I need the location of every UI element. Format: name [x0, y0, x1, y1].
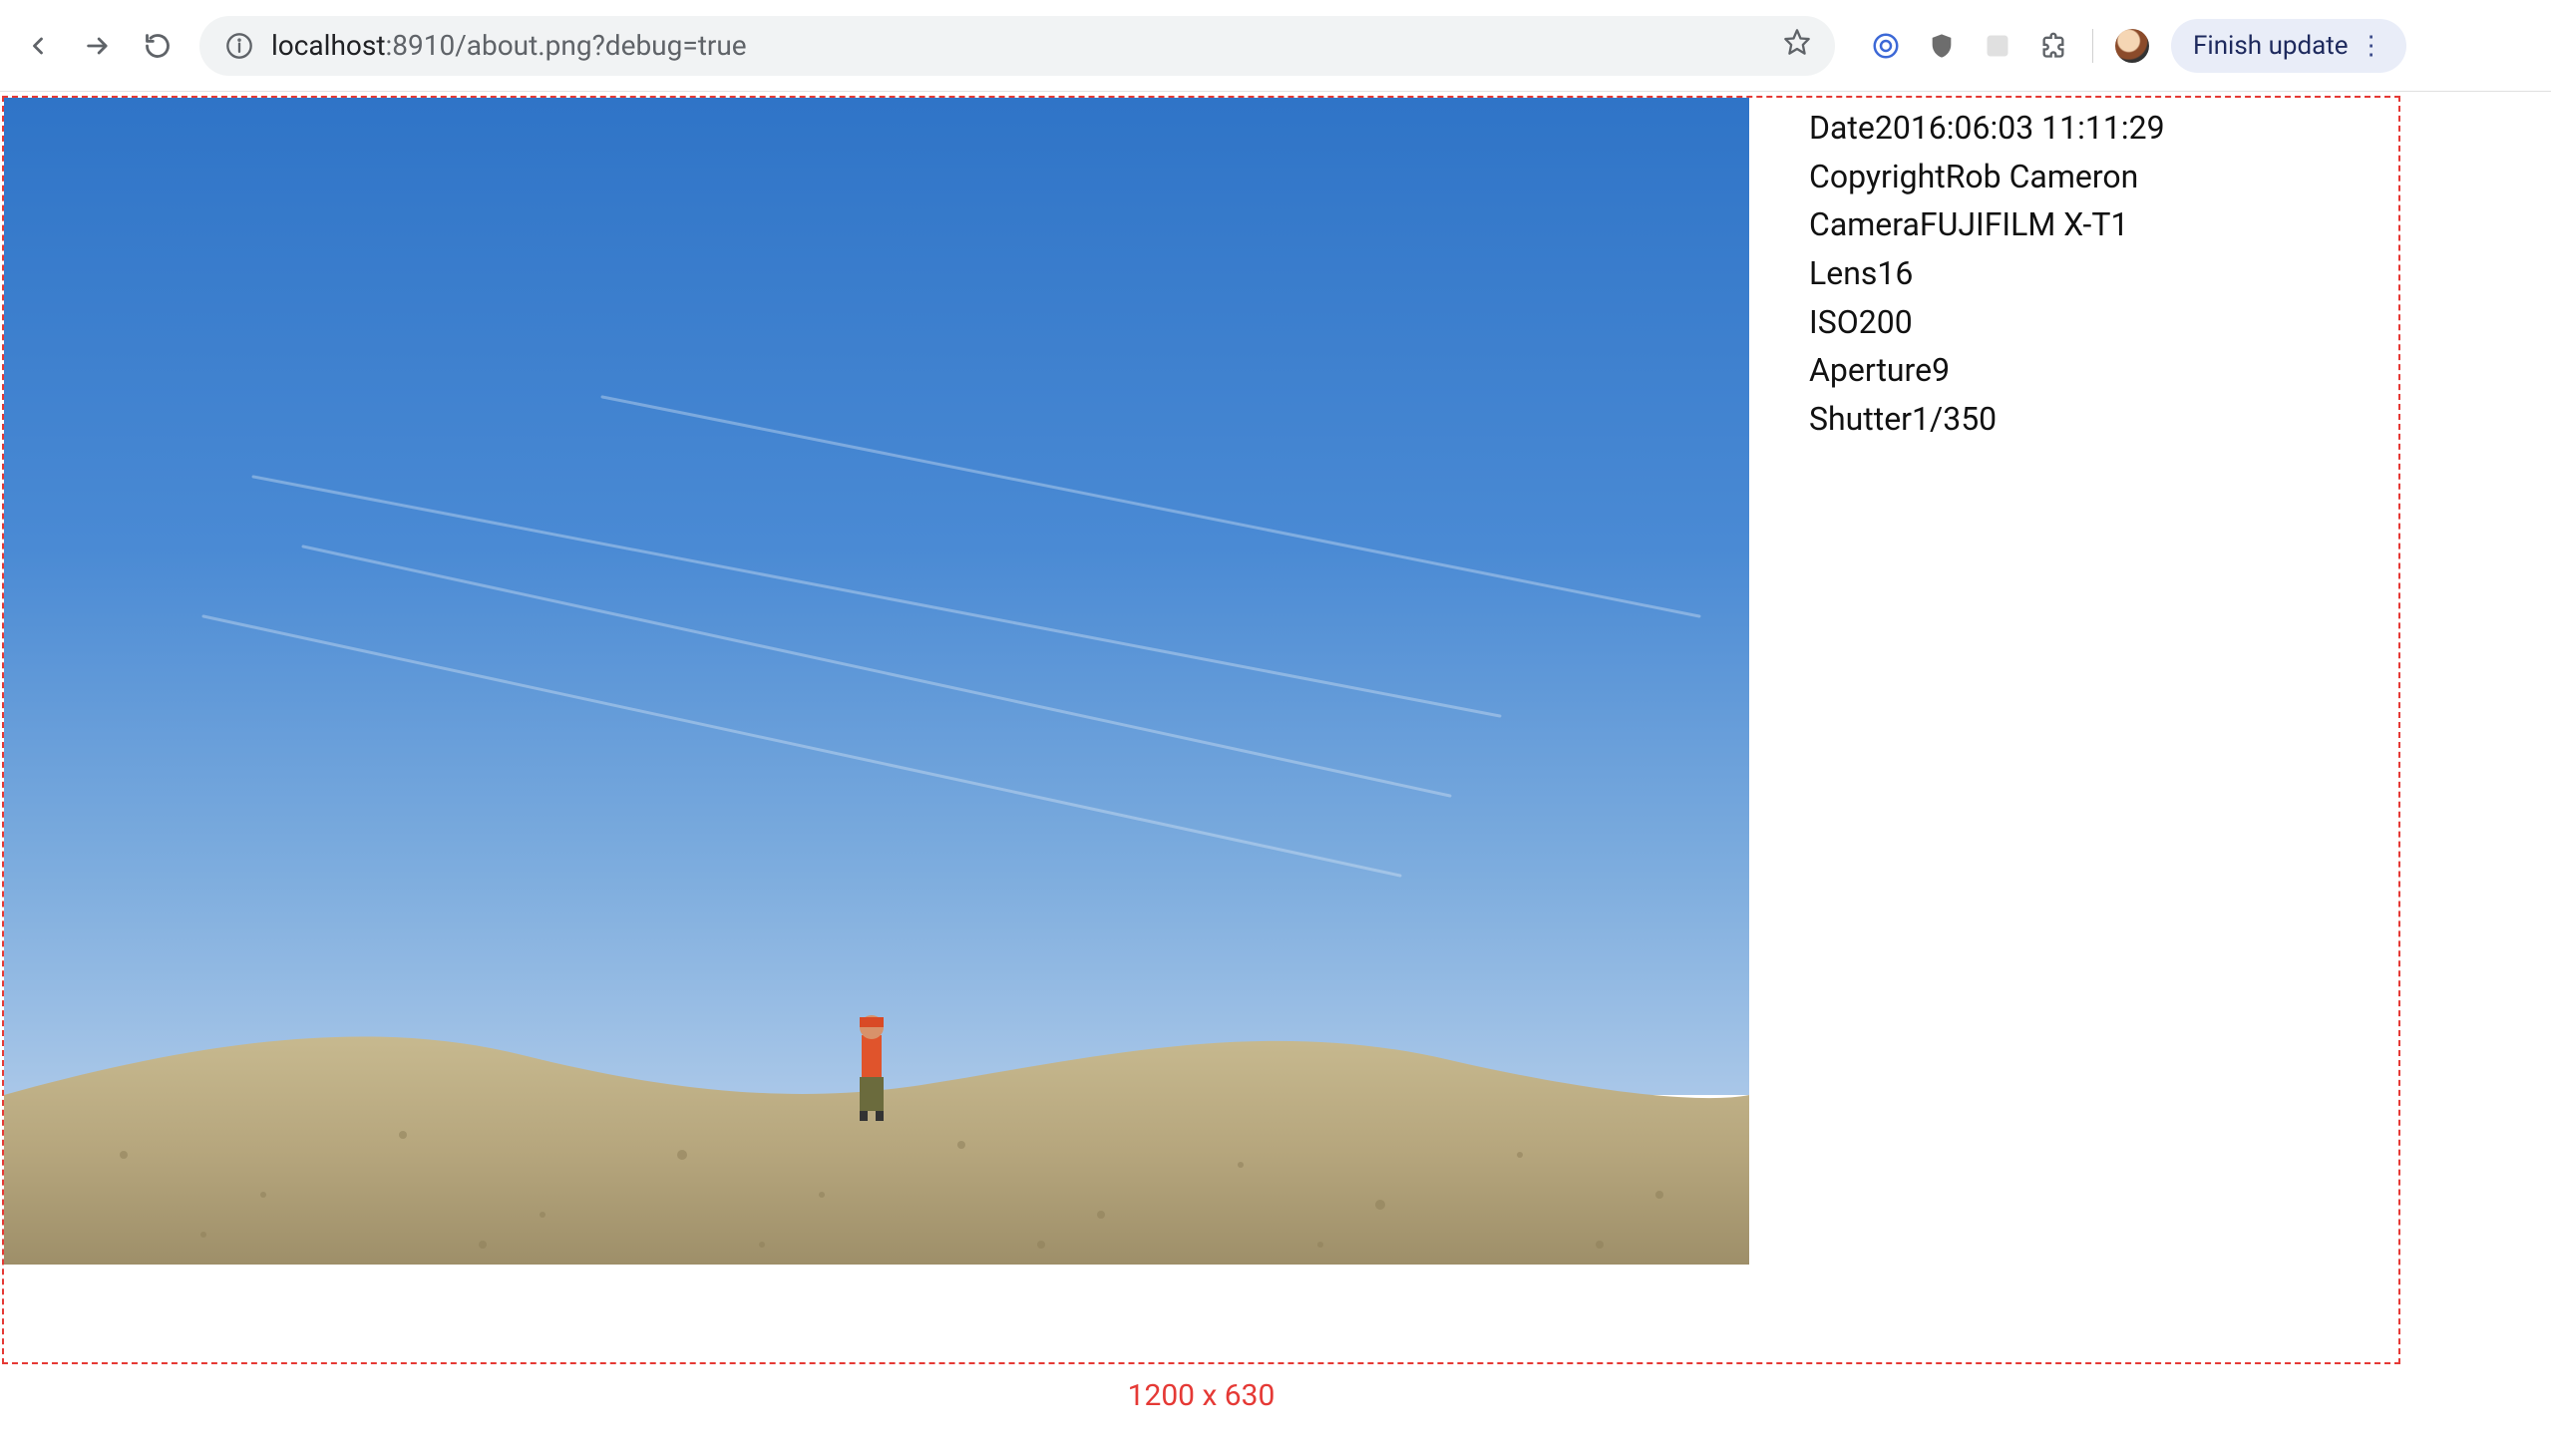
- site-info-icon[interactable]: [223, 30, 255, 62]
- meta-date: Date2016:06:03 11:11:29: [1809, 104, 2165, 153]
- browser-toolbar: localhost:8910/about.png?debug=true Fini…: [0, 0, 2551, 92]
- dimensions-label: 1200 x 630: [2, 1378, 2400, 1413]
- debug-outline: Date2016:06:03 11:11:29 CopyrightRob Cam…: [2, 96, 2400, 1364]
- menu-kebab-icon[interactable]: ⋮: [2359, 33, 2384, 59]
- url-path: :8910/about.png?debug=true: [385, 29, 746, 62]
- meta-aperture: Aperture9: [1809, 346, 2165, 395]
- back-icon: [24, 32, 52, 60]
- nav-buttons: [20, 28, 176, 64]
- finish-update-button[interactable]: Finish update ⋮: [2171, 19, 2406, 73]
- onepassword-icon[interactable]: [1869, 29, 1903, 63]
- star-icon: [1783, 28, 1811, 56]
- shield-icon[interactable]: [1925, 29, 1959, 63]
- address-bar[interactable]: localhost:8910/about.png?debug=true: [199, 16, 1835, 76]
- ext-placeholder-icon[interactable]: [1981, 29, 2014, 63]
- bookmark-button[interactable]: [1783, 28, 1811, 64]
- meta-iso: ISO200: [1809, 298, 2165, 347]
- reload-button[interactable]: [140, 28, 176, 64]
- url-host: localhost: [271, 29, 385, 62]
- meta-copyright: CopyrightRob Cameron: [1809, 153, 2165, 201]
- url-text: localhost:8910/about.png?debug=true: [271, 29, 747, 62]
- forward-button[interactable]: [80, 28, 116, 64]
- finish-update-label: Finish update: [2193, 31, 2349, 61]
- extensions-puzzle-icon[interactable]: [2036, 29, 2070, 63]
- page-content: Date2016:06:03 11:11:29 CopyrightRob Cam…: [0, 92, 2551, 1417]
- reload-icon: [144, 32, 172, 60]
- back-button[interactable]: [20, 28, 56, 64]
- meta-camera: CameraFUJIFILM X-T1: [1809, 200, 2165, 249]
- profile-avatar[interactable]: [2115, 29, 2149, 63]
- forward-icon: [84, 32, 112, 60]
- toolbar-separator: [2092, 29, 2093, 63]
- extensions-area: Finish update ⋮: [1869, 19, 2406, 73]
- meta-lens: Lens16: [1809, 249, 2165, 298]
- metadata-panel: Date2016:06:03 11:11:29 CopyrightRob Cam…: [1749, 98, 2225, 449]
- photo: [4, 98, 1749, 1265]
- meta-shutter: Shutter1/350: [1809, 395, 2165, 444]
